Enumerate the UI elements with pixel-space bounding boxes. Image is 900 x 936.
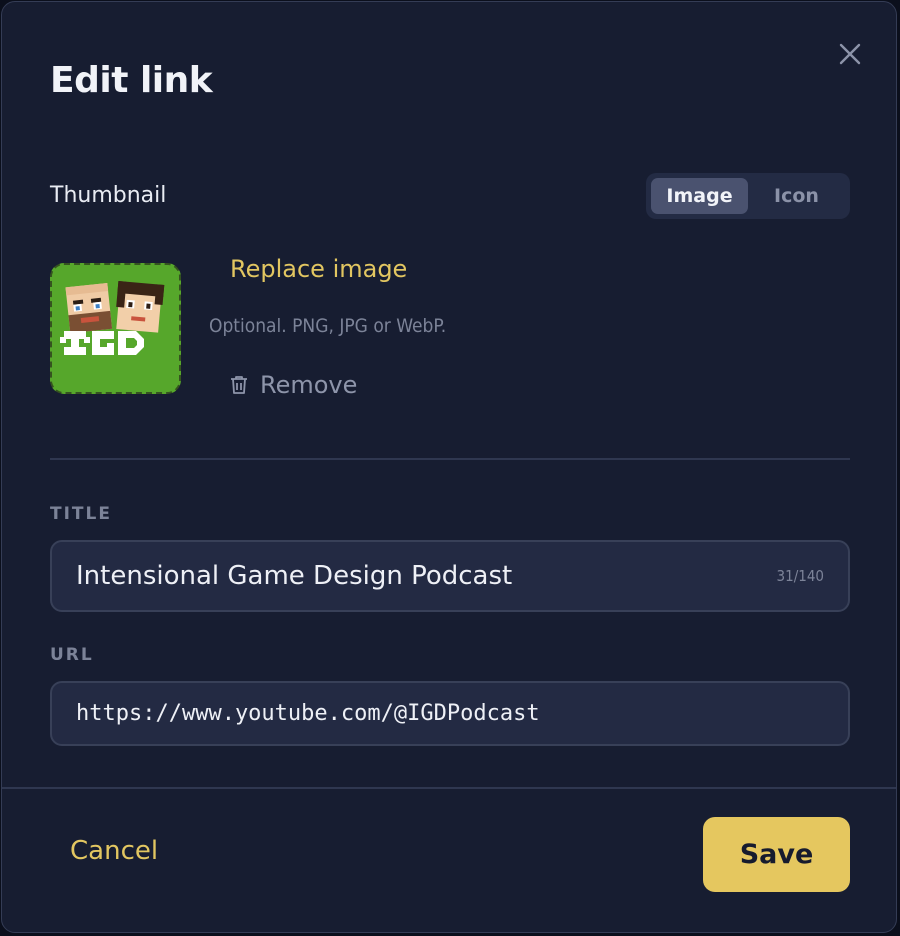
- url-field-label: URL: [50, 645, 94, 665]
- thumbnail-preview[interactable]: [50, 263, 181, 394]
- thumbnail-label: Thumbnail: [50, 183, 167, 208]
- title-field-label: TITLE: [50, 504, 112, 524]
- remove-image-button[interactable]: Remove: [230, 371, 357, 399]
- bald-character: [65, 283, 113, 334]
- igd-logo-image: [52, 265, 179, 392]
- footer-divider: [2, 787, 896, 789]
- url-field: [50, 681, 850, 746]
- thumbnail-type-toggle: Image Icon: [646, 173, 850, 219]
- url-input[interactable]: [76, 701, 824, 726]
- cancel-button[interactable]: Cancel: [70, 836, 158, 866]
- hair-character: [116, 281, 165, 333]
- edit-link-dialog: Edit link Thumbnail Image Icon Replace i…: [1, 1, 897, 933]
- segment-image[interactable]: Image: [651, 178, 748, 214]
- dialog-title: Edit link: [50, 60, 213, 101]
- segment-icon[interactable]: Icon: [748, 178, 845, 214]
- close-icon: [839, 43, 861, 65]
- trash-icon: [231, 376, 247, 394]
- close-button[interactable]: [834, 38, 866, 70]
- remove-label: Remove: [260, 371, 358, 399]
- title-field: 31/140: [50, 540, 850, 612]
- title-char-counter: 31/140: [776, 567, 824, 585]
- section-divider: [50, 458, 850, 460]
- title-input[interactable]: [76, 561, 777, 591]
- save-button[interactable]: Save: [703, 817, 850, 892]
- image-format-hint: Optional. PNG, JPG or WebP.: [209, 315, 447, 337]
- replace-image-link[interactable]: Replace image: [230, 255, 407, 283]
